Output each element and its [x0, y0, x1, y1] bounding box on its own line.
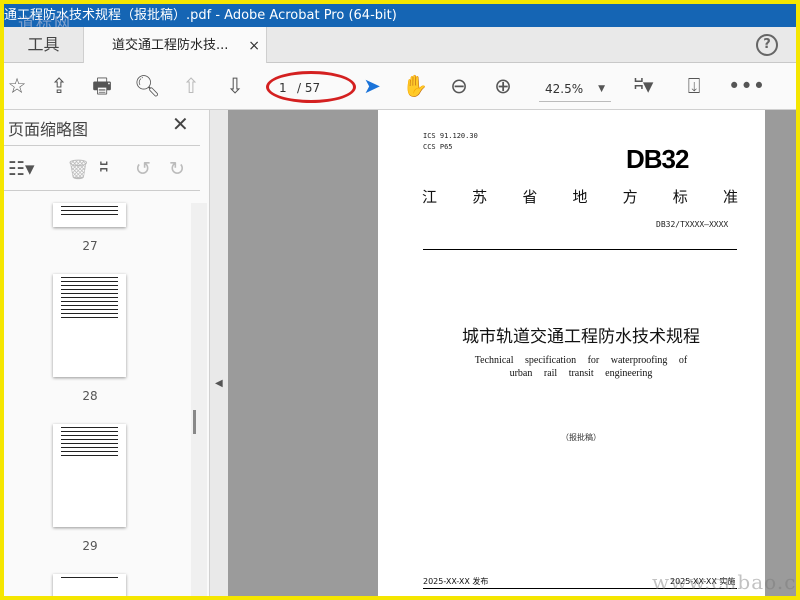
- english-title: Technical specification for waterproofin…: [378, 354, 784, 380]
- cloud-upload-icon[interactable]: ⇪: [46, 73, 72, 99]
- thumbnail-label: 29: [82, 539, 98, 553]
- document-title: 城市轨道交通工程防水技术规程: [462, 327, 700, 347]
- char: 省: [522, 188, 538, 206]
- thumbnail-page-27[interactable]: [53, 203, 126, 227]
- tab-document[interactable]: 道交通工程防水技... ×: [84, 27, 267, 64]
- standard-number: DB32/TXXXX—XXXX: [656, 220, 729, 229]
- char: 方: [622, 188, 638, 206]
- tab-label: 道交通工程防水技...: [112, 38, 229, 53]
- rotate-right-icon[interactable]: ↻: [169, 158, 185, 180]
- thumbnail-label: 27: [82, 239, 98, 253]
- zoom-value: 42.5%: [545, 82, 584, 96]
- char: 苏: [472, 188, 488, 206]
- thumbnail-page-29[interactable]: [53, 424, 126, 527]
- red-annotation-ellipse: [266, 71, 356, 103]
- zoom-dropdown[interactable]: 42.5% ▼: [539, 76, 611, 102]
- thumbnail-label: 28: [82, 389, 98, 403]
- bookmark-star-icon[interactable]: ☆: [4, 73, 30, 99]
- panel-title: 页面缩略图: [8, 120, 89, 139]
- draft-label: （报批稿）: [561, 433, 601, 442]
- publish-date: 2025-XX-XX 发布: [423, 577, 489, 586]
- zoom-in-icon[interactable]: ⊕: [490, 73, 516, 99]
- chevron-left-icon: ◀: [215, 378, 223, 389]
- select-cursor-icon[interactable]: ➤: [359, 73, 385, 99]
- char: 准: [722, 188, 738, 206]
- options-menu-icon[interactable]: ☷▾: [8, 158, 35, 180]
- thumbnails-panel: 页面缩略图 ✕ ☷▾ 🗑 ⎶ ↺ ↻ 27 28 29: [4, 110, 209, 596]
- char: 地: [572, 188, 588, 206]
- search-zoom-icon[interactable]: 🔍︎: [134, 73, 161, 99]
- title-bar: 通工程防水技术规程（报批稿）.pdf - Adobe Acrobat Pro (…: [4, 4, 796, 27]
- divider: [423, 249, 737, 250]
- next-page-icon[interactable]: ⇩: [222, 73, 248, 99]
- ics-text: ICS 91.120.30: [423, 132, 478, 140]
- panel-scrollbar[interactable]: [191, 203, 207, 596]
- tab-bar: 工具 道交通工程防水技... × ?: [4, 27, 796, 64]
- close-tab-icon[interactable]: ×: [248, 27, 260, 65]
- zoom-out-icon[interactable]: ⊖: [446, 73, 472, 99]
- trash-icon[interactable]: 🗑: [66, 158, 90, 181]
- scrollbar-thumb[interactable]: [193, 410, 196, 434]
- english-title-line: Technical specification for waterproofin…: [474, 355, 688, 366]
- chevron-down-icon: ▼: [598, 84, 605, 94]
- char: 标: [672, 188, 688, 206]
- fit-page-icon[interactable]: ⎶▾: [626, 73, 662, 99]
- print-icon[interactable]: 🖶: [89, 73, 115, 99]
- english-title-line: urban rail transit engineering: [509, 368, 653, 379]
- divider: [4, 190, 200, 191]
- watermark: www.cnbao.c: [652, 570, 797, 594]
- ics-code: ICS 91.120.30 CCS P65: [423, 131, 478, 153]
- collapse-panel-handle[interactable]: ◀: [209, 110, 228, 596]
- standard-type: 江 苏 省 地 方 标 准: [422, 186, 738, 207]
- insert-page-icon[interactable]: ⎶: [100, 158, 108, 180]
- hand-tool-icon[interactable]: ✋: [402, 73, 428, 99]
- more-icon[interactable]: •••: [728, 73, 765, 99]
- thumbnail-page-30[interactable]: [53, 574, 126, 596]
- ccs-text: CCS P65: [423, 143, 453, 151]
- acrobat-window: 通工程防水技术规程（报批稿）.pdf - Adobe Acrobat Pro (…: [4, 4, 796, 596]
- pdf-page: ICS 91.120.30 CCS P65 DB32 江 苏 省 地 方 标 准…: [378, 110, 765, 596]
- char: 江: [422, 188, 438, 206]
- scroll-mode-icon[interactable]: ⍗: [681, 73, 707, 99]
- tab-tools[interactable]: 工具: [4, 27, 84, 63]
- help-icon[interactable]: ?: [756, 34, 778, 56]
- db-code: DB32: [626, 144, 689, 174]
- toolbar: ☆ ⇪ 🖶 🔍︎ ⇧ ⇩ 1 / 57 ➤ ✋ ⊖ ⊕ 42.5% ▼ ⎶▾ ⍗…: [4, 63, 796, 110]
- previous-page-icon[interactable]: ⇧: [178, 73, 204, 99]
- thumbnail-page-28[interactable]: [53, 274, 126, 377]
- close-panel-icon[interactable]: ✕: [172, 112, 189, 136]
- rotate-left-icon[interactable]: ↺: [135, 158, 151, 180]
- divider: [4, 145, 200, 146]
